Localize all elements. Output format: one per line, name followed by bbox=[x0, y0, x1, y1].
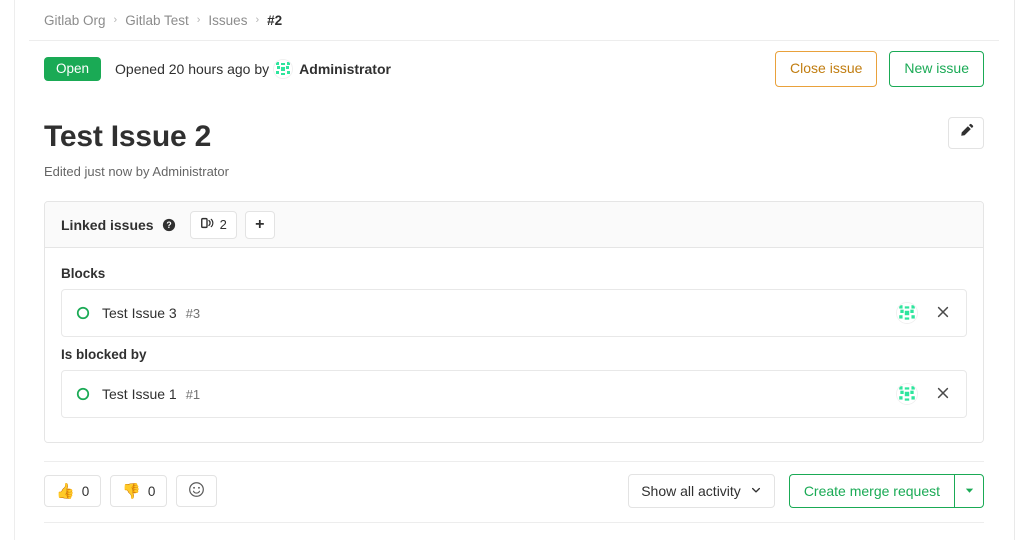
question-circle-icon[interactable]: ? bbox=[162, 218, 176, 232]
show-activity-label: Show all activity bbox=[641, 483, 741, 499]
thumbs-down-icon: 👎 bbox=[122, 484, 141, 499]
chevron-down-icon bbox=[750, 483, 762, 499]
edit-issue-button[interactable] bbox=[948, 117, 984, 149]
issue-author[interactable]: Administrator bbox=[299, 61, 391, 77]
linked-issues-title: Linked issues bbox=[61, 217, 154, 233]
footer-bottom-divider bbox=[44, 522, 984, 523]
breadcrumb-separator: › bbox=[114, 14, 118, 26]
linked-issues-body: Blocks Test Issue 3 #3 bbox=[45, 248, 983, 442]
issue-page: Gitlab Org › Gitlab Test › Issues › #2 O… bbox=[0, 0, 1015, 540]
page-content: Gitlab Org › Gitlab Test › Issues › #2 O… bbox=[14, 0, 1013, 540]
breadcrumb-item-group[interactable]: Gitlab Org bbox=[44, 13, 106, 28]
status-badge: Open bbox=[44, 57, 101, 82]
create-merge-request-split-button: Create merge request bbox=[789, 474, 984, 508]
svg-text:?: ? bbox=[166, 220, 171, 230]
linked-issues-count-badge: 2 bbox=[190, 211, 237, 239]
show-activity-dropdown[interactable]: Show all activity bbox=[628, 474, 775, 508]
opened-text: Opened 20 hours ago by bbox=[115, 61, 269, 77]
identicon-avatar[interactable] bbox=[896, 383, 918, 405]
close-issue-button[interactable]: Close issue bbox=[775, 51, 877, 87]
thumbs-down-count: 0 bbox=[148, 484, 156, 499]
identicon-avatar bbox=[273, 59, 293, 79]
remove-linked-issue-button[interactable] bbox=[932, 302, 954, 324]
thumbs-up-icon: 👍 bbox=[56, 484, 75, 499]
linked-issue-title[interactable]: Test Issue 1 bbox=[102, 386, 177, 402]
thumbs-up-reaction-button[interactable]: 👍 0 bbox=[44, 475, 101, 507]
linked-issue-reference: #1 bbox=[186, 387, 200, 402]
thumbs-up-count: 0 bbox=[82, 484, 90, 499]
breadcrumb-separator: › bbox=[255, 14, 259, 26]
link-group-title-blocks: Blocks bbox=[61, 266, 967, 281]
close-icon bbox=[936, 305, 950, 322]
issue-footer-bar: 👍 0 👎 0 Show all activity bbox=[29, 462, 999, 508]
linked-issue-row[interactable]: Test Issue 3 #3 bbox=[61, 289, 967, 337]
remove-linked-issue-button[interactable] bbox=[932, 383, 954, 405]
linked-issues-card: Linked issues ? 2 + bbox=[44, 201, 984, 443]
edited-note: Edited just now by Administrator bbox=[29, 156, 999, 179]
link-group-title-is-blocked-by: Is blocked by bbox=[61, 347, 967, 362]
linked-issues-header: Linked issues ? 2 + bbox=[45, 202, 983, 248]
linked-issue-title[interactable]: Test Issue 3 bbox=[102, 305, 177, 321]
breadcrumb-separator: › bbox=[197, 14, 201, 26]
breadcrumb-item-current: #2 bbox=[267, 13, 282, 28]
smiley-icon bbox=[188, 481, 205, 501]
breadcrumb-item-project[interactable]: Gitlab Test bbox=[125, 13, 189, 28]
issue-open-icon bbox=[76, 387, 90, 401]
breadcrumb-item-issues[interactable]: Issues bbox=[208, 13, 247, 28]
add-linked-issue-button[interactable]: + bbox=[245, 211, 275, 239]
caret-down-icon bbox=[964, 484, 975, 499]
issue-link-icon bbox=[200, 216, 214, 233]
close-icon bbox=[936, 386, 950, 403]
add-reaction-button[interactable] bbox=[176, 475, 217, 507]
linked-issue-reference: #3 bbox=[186, 306, 200, 321]
issue-title-row: Test Issue 2 bbox=[29, 97, 999, 156]
create-merge-request-button[interactable]: Create merge request bbox=[789, 474, 954, 508]
pencil-icon bbox=[959, 123, 974, 143]
issue-open-icon bbox=[76, 306, 90, 320]
identicon-avatar[interactable] bbox=[896, 302, 918, 324]
linked-issues-count: 2 bbox=[220, 217, 227, 232]
create-merge-request-caret-button[interactable] bbox=[954, 474, 984, 508]
linked-issue-row[interactable]: Test Issue 1 #1 bbox=[61, 370, 967, 418]
issue-status-bar: Open Opened 20 hours ago by Administrato… bbox=[29, 41, 999, 97]
breadcrumb: Gitlab Org › Gitlab Test › Issues › #2 bbox=[29, 0, 999, 40]
thumbs-down-reaction-button[interactable]: 👎 0 bbox=[110, 475, 167, 507]
new-issue-button[interactable]: New issue bbox=[889, 51, 984, 87]
page-title: Test Issue 2 bbox=[44, 117, 211, 156]
